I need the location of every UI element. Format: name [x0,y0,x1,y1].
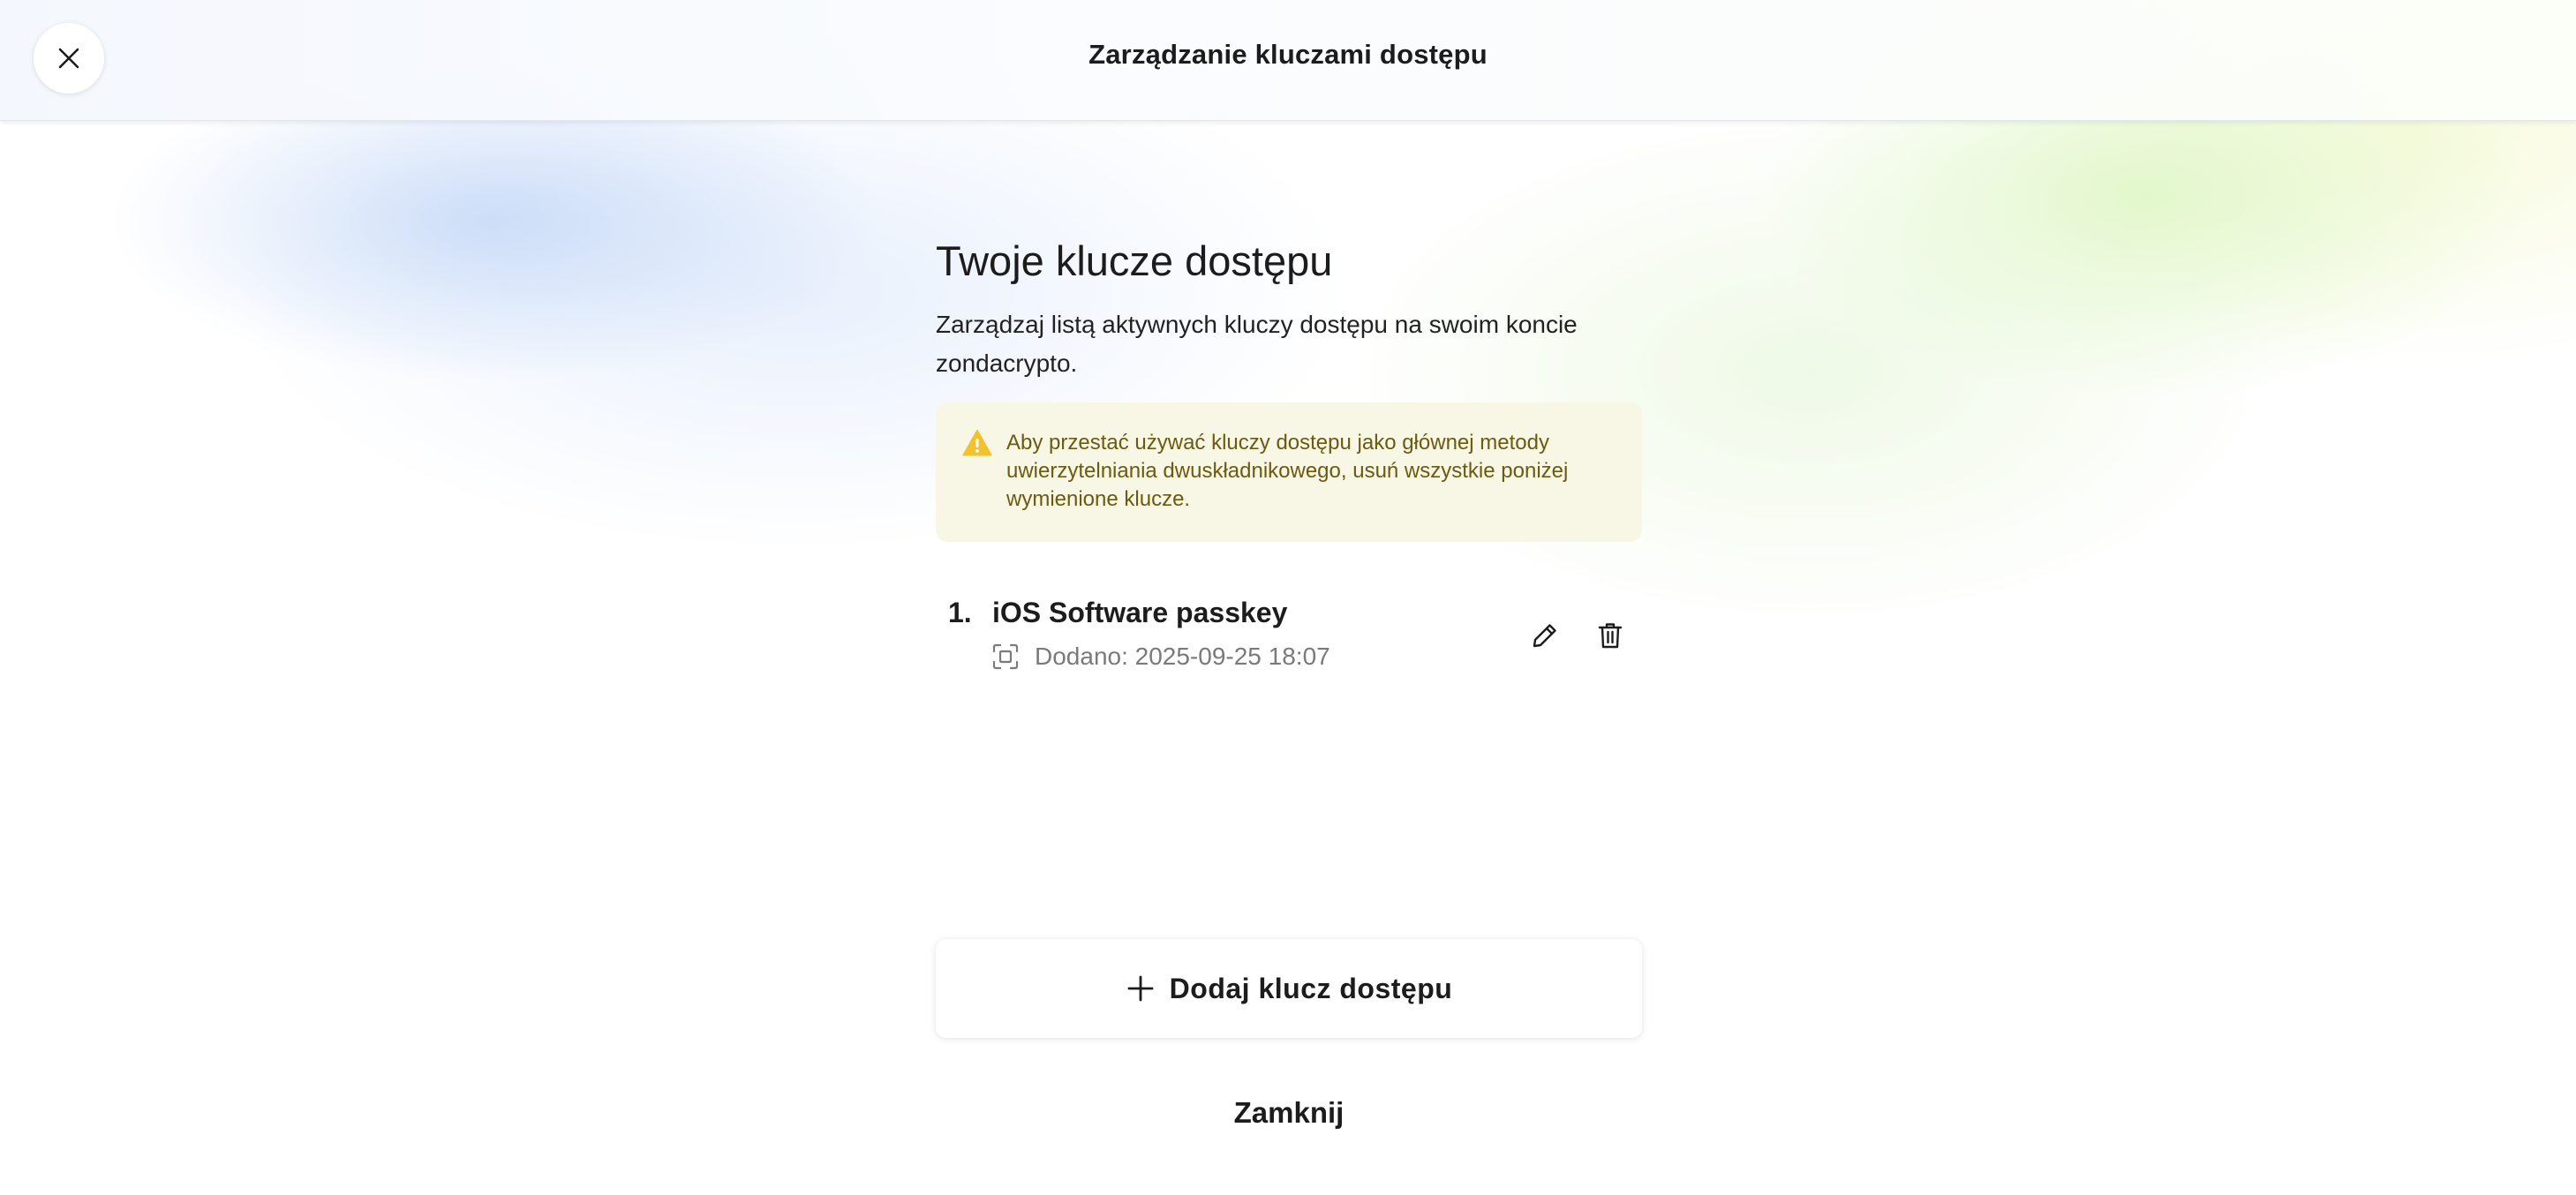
edit-passkey-button[interactable] [1524,614,1566,657]
warning-alert: Aby przestać używać kluczy dostępu jako … [936,402,1642,542]
passkey-number: 1. [948,597,972,628]
face-id-icon [992,643,1019,670]
close-link-button[interactable]: Zamknij [936,1096,1642,1130]
warning-text: Aby przestać używać kluczy dostępu jako … [1006,431,1569,511]
plus-icon [1127,975,1154,1002]
page-description: Zarządzaj listą aktywnych kluczy dostępu… [936,311,1578,377]
passkey-name: iOS Software passkey [992,597,1288,628]
passkey-list-item: 1. iOS Software passkey Dodano: 2025-09-… [936,597,1642,685]
passkey-added-date: Dodano: 2025-09-25 18:07 [992,643,1330,671]
warning-icon [962,430,992,456]
header-title: Zarządzanie kluczami dostępu [1088,39,1488,70]
edit-icon [1533,624,1556,648]
page-title: Twoje klucze dostępu [936,237,1333,284]
top-bar: Zarządzanie kluczami dostępu [0,0,2576,121]
delete-passkey-button[interactable] [1589,614,1631,657]
main-content: Twoje klucze dostępu Zarządzaj listą akt… [936,229,1642,685]
add-passkey-label: Dodaj klucz dostępu [1169,972,1453,1004]
add-passkey-button[interactable]: Dodaj klucz dostępu [936,939,1642,1038]
trash-icon [1598,623,1623,649]
passkey-added-text: Dodano: 2025-09-25 18:07 [1035,643,1330,670]
